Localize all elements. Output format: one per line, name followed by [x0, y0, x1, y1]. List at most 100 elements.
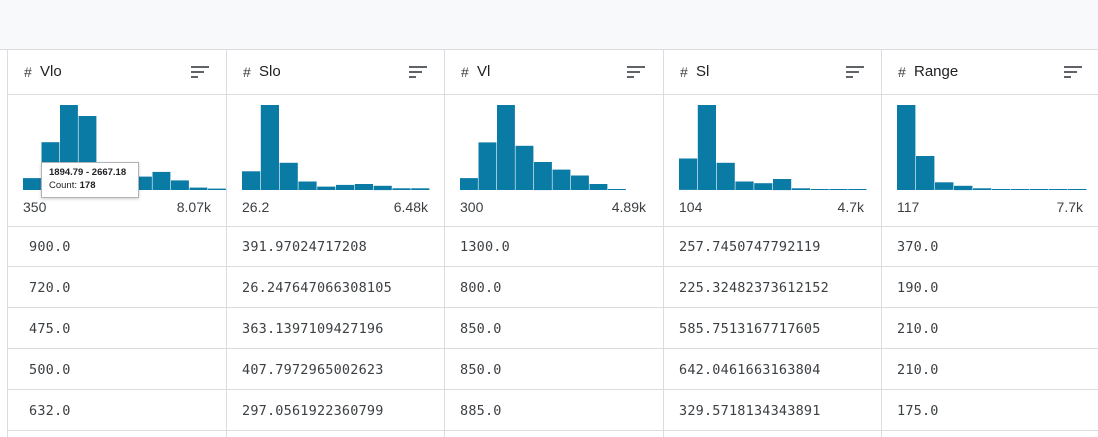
histogram-bar[interactable]: [373, 185, 392, 191]
histogram-bar[interactable]: [589, 184, 608, 190]
column-range: # Range 117 7.7k 370.0 190.0 210.0 210.0…: [881, 50, 1098, 437]
table-cell[interactable]: 500.0: [8, 349, 226, 390]
histogram-bar[interactable]: [189, 187, 208, 190]
table-cell[interactable]: 329.5718134343891: [664, 390, 881, 431]
cell-value: 407.7972965002623: [242, 362, 384, 378]
cell-value: 1300.0: [460, 239, 510, 255]
table-cell[interactable]: 210.0: [882, 349, 1098, 390]
histogram-bar[interactable]: [791, 188, 810, 190]
tooltip-count: Count: 178: [49, 180, 96, 191]
table-cell[interactable]: 407.7972965002623: [227, 349, 444, 390]
table-cell[interactable]: 1300.0: [445, 226, 663, 267]
column-header[interactable]: # Vlo: [8, 50, 226, 95]
histogram-bar[interactable]: [679, 158, 698, 190]
histogram-chart[interactable]: [664, 95, 882, 195]
histogram[interactable]: 300 4.89k: [445, 95, 663, 227]
histogram[interactable]: 104 4.7k: [664, 95, 881, 227]
histogram-bar[interactable]: [916, 156, 935, 190]
table-cell[interactable]: 900.0: [8, 226, 226, 267]
sort-icon[interactable]: [845, 65, 865, 79]
column-header[interactable]: # Range: [882, 50, 1098, 95]
histogram-bar[interactable]: [242, 171, 261, 190]
table-cell[interactable]: 257.7450747792119: [664, 226, 881, 267]
table-cell[interactable]: 585.7513167717605: [664, 308, 881, 349]
table-cell[interactable]: 475.0: [8, 308, 226, 349]
histogram-bar[interactable]: [354, 184, 373, 190]
histogram-bar[interactable]: [735, 181, 754, 191]
histogram-bar[interactable]: [336, 184, 355, 190]
histogram-bar[interactable]: [810, 189, 829, 190]
histogram-bar[interactable]: [608, 189, 626, 190]
table-cell[interactable]: 850.0: [445, 349, 663, 390]
histogram-bar[interactable]: [298, 181, 317, 191]
sort-icon[interactable]: [190, 65, 210, 79]
histogram-chart[interactable]: [445, 95, 664, 195]
histogram-bar[interactable]: [829, 189, 848, 190]
table-cell[interactable]: 642.0461663163804: [664, 349, 881, 390]
table-cell[interactable]: 632.0: [8, 390, 226, 431]
histogram[interactable]: 26.2 6.48k: [227, 95, 444, 227]
histogram-bar[interactable]: [697, 105, 716, 190]
histogram-bar[interactable]: [716, 162, 735, 190]
histogram-bar[interactable]: [317, 186, 336, 190]
histogram-bar[interactable]: [992, 189, 1011, 190]
histogram-bar[interactable]: [897, 105, 916, 190]
table-cell[interactable]: 885.0: [445, 390, 663, 431]
histogram-bar[interactable]: [534, 162, 552, 191]
column-header[interactable]: # Vl: [445, 50, 663, 95]
histogram-bar[interactable]: [773, 179, 792, 191]
numeric-type-icon: #: [898, 64, 906, 80]
histogram-bar[interactable]: [392, 188, 411, 190]
histogram-min-label: 300: [460, 199, 484, 215]
histogram[interactable]: 117 7.7k: [882, 95, 1098, 227]
table-cell[interactable]: 190.0: [882, 267, 1098, 308]
histogram-bar[interactable]: [935, 182, 954, 190]
sort-icon[interactable]: [1063, 65, 1083, 79]
histogram-bar[interactable]: [460, 178, 478, 190]
histogram-bar[interactable]: [515, 145, 534, 190]
column-header[interactable]: # Slo: [227, 50, 444, 95]
sort-icon[interactable]: [408, 65, 428, 79]
histogram-bar[interactable]: [571, 175, 589, 191]
histogram-bar[interactable]: [171, 180, 189, 190]
table-cell[interactable]: 720.0: [8, 267, 226, 308]
histogram-bar[interactable]: [954, 185, 973, 191]
histogram-bar[interactable]: [411, 188, 430, 190]
table-cell[interactable]: 370.0: [882, 226, 1098, 267]
histogram-bar[interactable]: [754, 183, 773, 190]
histogram-bar[interactable]: [1049, 189, 1068, 190]
histogram-bar[interactable]: [1011, 189, 1030, 190]
histogram-bar[interactable]: [152, 171, 171, 190]
table-cell[interactable]: 225.32482373612152: [664, 267, 881, 308]
table-cell[interactable]: 297.0561922360799: [227, 390, 444, 431]
histogram-bar[interactable]: [260, 105, 279, 190]
histogram-bar[interactable]: [848, 189, 867, 190]
histogram-bar[interactable]: [1068, 189, 1087, 190]
table-cell[interactable]: 210.0: [882, 308, 1098, 349]
histogram-bar[interactable]: [208, 188, 226, 190]
table-cell[interactable]: 800.0: [445, 267, 663, 308]
cell-value: 850.0: [460, 321, 502, 337]
histogram[interactable]: 350 8.07k: [8, 95, 226, 227]
histogram-bar[interactable]: [279, 162, 298, 190]
column-vl: # Vl 300 4.89k 1300.0 800.0 850.0 850.0 …: [444, 50, 663, 437]
histogram-bar[interactable]: [497, 105, 515, 190]
histogram-bar[interactable]: [23, 178, 41, 190]
cell-value: 257.7450747792119: [679, 239, 821, 255]
histogram-bar[interactable]: [1030, 189, 1049, 190]
table-cell[interactable]: 850.0: [445, 308, 663, 349]
table-cell[interactable]: 175.0: [882, 390, 1098, 431]
table-cell[interactable]: 26.247647066308105: [227, 267, 444, 308]
histogram-bar[interactable]: [478, 142, 497, 190]
histogram-chart[interactable]: [882, 95, 1098, 195]
cell-value: 210.0: [897, 321, 939, 337]
histogram-bar[interactable]: [552, 169, 571, 190]
table-cell[interactable]: 363.1397109427196: [227, 308, 444, 349]
sort-icon[interactable]: [626, 65, 646, 79]
histogram-chart[interactable]: [227, 95, 445, 195]
cell-value: 297.0561922360799: [242, 403, 384, 419]
column-vlo: # Vlo 350 8.07k 900.0 720.0 475.0 500.0 …: [7, 50, 226, 437]
column-header[interactable]: # Sl: [664, 50, 881, 95]
histogram-bar[interactable]: [973, 188, 992, 190]
table-cell[interactable]: 391.97024717208: [227, 226, 444, 267]
